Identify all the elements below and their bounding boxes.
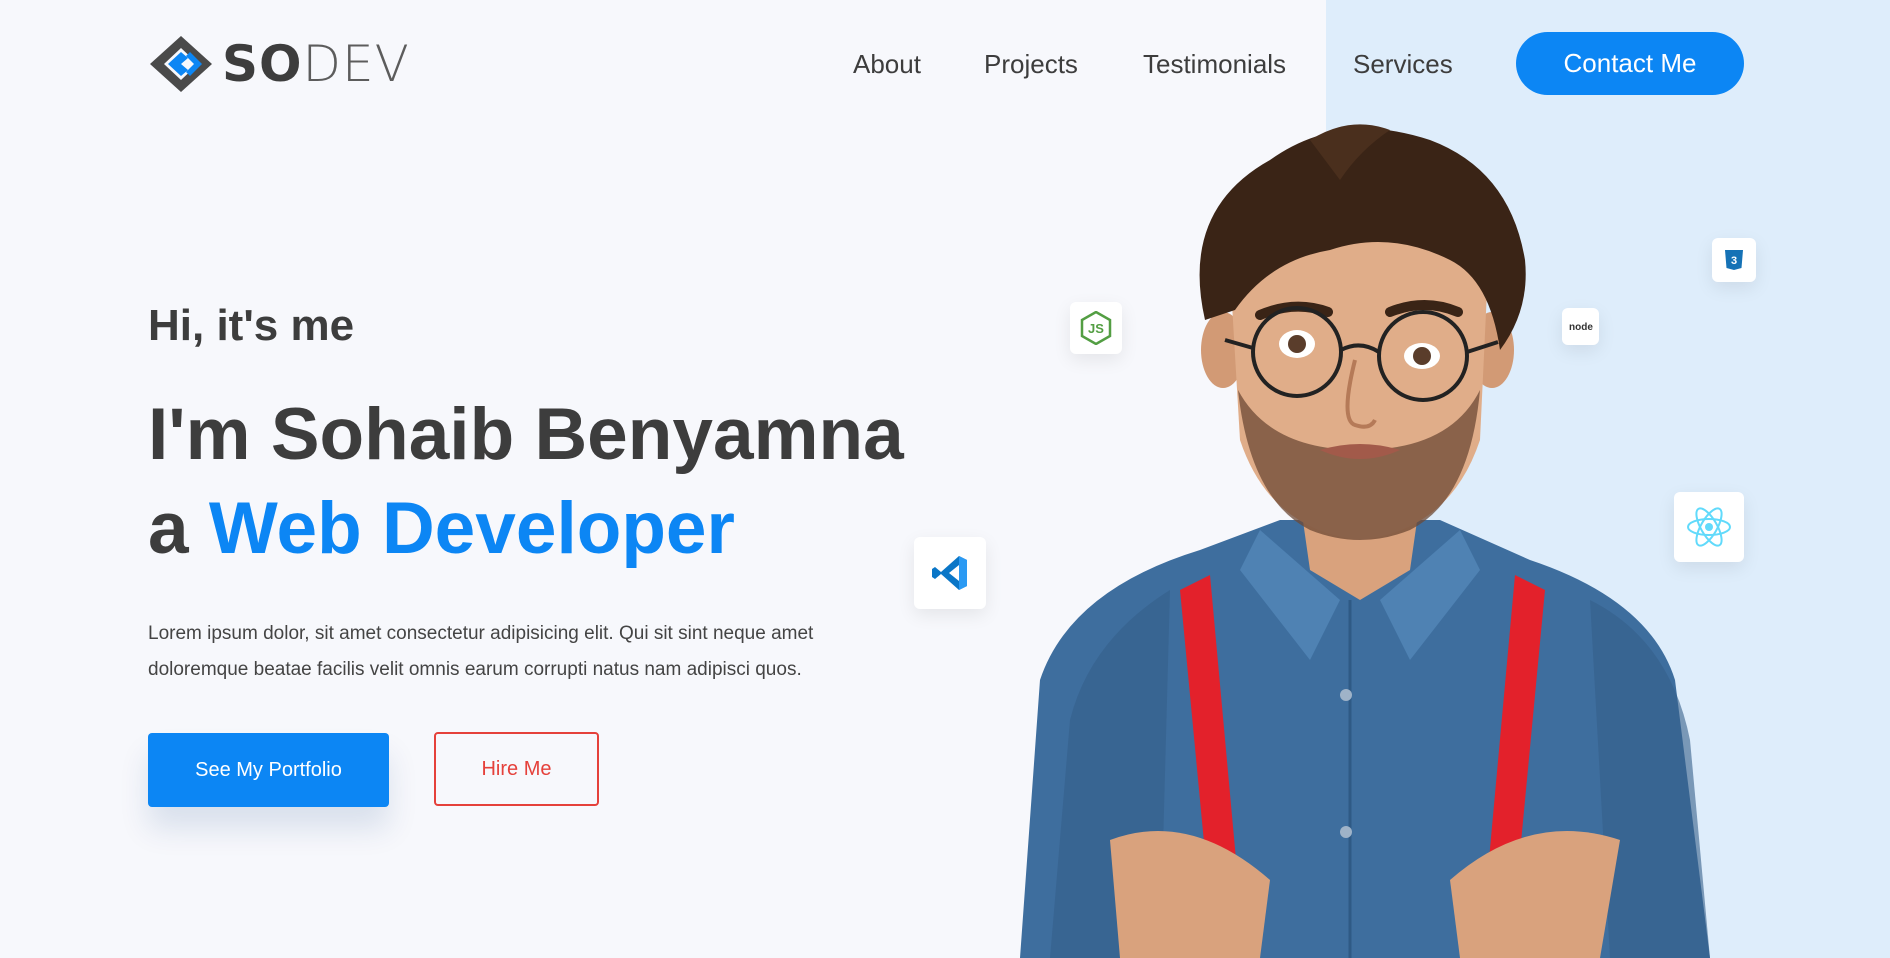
react-icon bbox=[1687, 507, 1731, 547]
hero-greeting: Hi, it's me bbox=[148, 301, 355, 350]
nav-services[interactable]: Services bbox=[1353, 49, 1453, 80]
diamond-logo-icon bbox=[150, 36, 212, 92]
css3-tile: 3 bbox=[1712, 238, 1756, 282]
see-portfolio-button[interactable]: See My Portfolio bbox=[148, 733, 389, 807]
hero-intro-line-2: doloremque beatae facilis velit omnis ea… bbox=[148, 659, 802, 680]
brand-wordmark: SODEV bbox=[222, 35, 410, 93]
hero-role: Web Developer bbox=[208, 488, 735, 569]
hero-role-prefix: a bbox=[148, 488, 209, 569]
hero-role-line: a Web Developer bbox=[148, 482, 904, 576]
nodejs-js-tile: JS bbox=[1070, 302, 1122, 354]
hero-name-line: I'm Sohaib Benyamna bbox=[148, 394, 904, 475]
node-tile: node bbox=[1562, 308, 1599, 345]
svg-text:3: 3 bbox=[1731, 255, 1737, 267]
node-wordmark-icon: node bbox=[1569, 322, 1593, 333]
hero-intro: Lorem ipsum dolor, sit amet consectetur … bbox=[148, 616, 888, 688]
brand-logo[interactable]: SODEV bbox=[148, 34, 410, 94]
nodejs-js-icon: JS bbox=[1080, 311, 1112, 345]
hire-me-button[interactable]: Hire Me bbox=[434, 732, 599, 806]
developer-portrait bbox=[1020, 124, 1710, 958]
vscode-tile bbox=[914, 537, 986, 609]
hero-intro-line-1: Lorem ipsum dolor, sit amet consectetur … bbox=[148, 623, 814, 644]
vscode-icon bbox=[932, 556, 967, 590]
nav-about[interactable]: About bbox=[853, 49, 921, 80]
react-tile bbox=[1674, 492, 1744, 562]
nav-projects[interactable]: Projects bbox=[984, 49, 1078, 80]
hero-headline: I'm Sohaib Benyamna a Web Developer bbox=[148, 388, 904, 576]
svg-text:node: node bbox=[1569, 322, 1593, 333]
nav-testimonials[interactable]: Testimonials bbox=[1143, 49, 1286, 80]
svg-text:JS: JS bbox=[1088, 321, 1104, 336]
contact-me-button[interactable]: Contact Me bbox=[1516, 32, 1744, 95]
css3-icon: 3 bbox=[1725, 250, 1743, 270]
